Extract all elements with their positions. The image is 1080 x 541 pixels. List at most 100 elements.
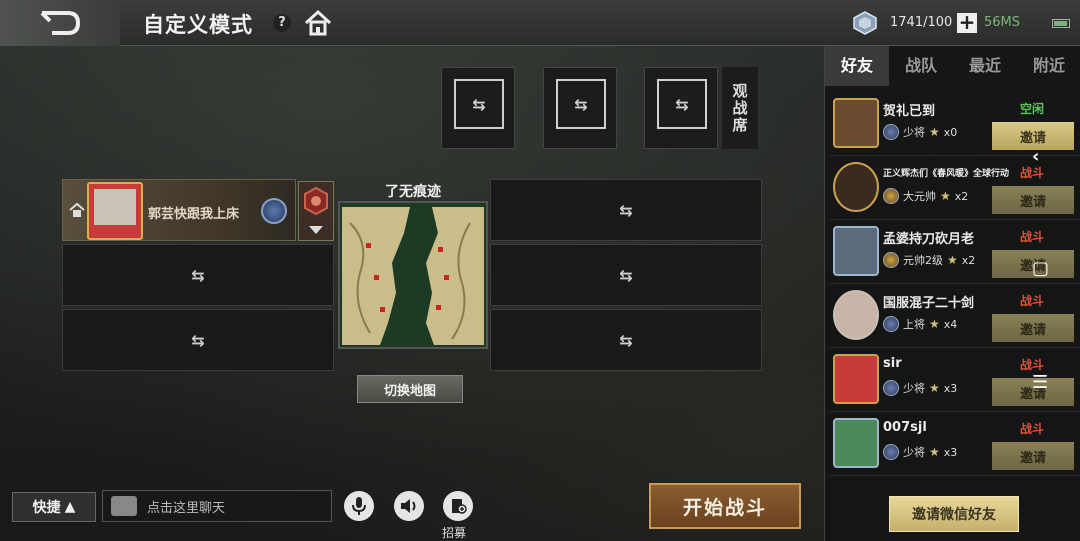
empty-slot[interactable]: ⇆ [490,179,762,241]
star-icon: ★ [929,381,940,395]
empty-slot[interactable]: ⇆ [490,244,762,306]
friend-name: 007sjl [883,420,927,435]
friend-status: 战斗 [1020,358,1045,372]
friend-rank: 元帅2级 ★ x2 [883,252,975,268]
empty-slot[interactable]: ⇆ [62,309,334,371]
quick-messages-button[interactable]: 快捷 ▲ [12,492,96,522]
star-icon: ★ [940,189,951,203]
spectator-seat[interactable]: ⇆ [644,67,718,149]
back-button[interactable] [0,0,120,46]
swap-icon: ⇆ [191,265,205,285]
invite-button[interactable]: 邀请 [992,186,1074,214]
chat-bubble-icon [111,496,137,516]
rank-label: 大元帅 [903,190,936,203]
friend-row: 国服混子二十剑 上将 ★ x4 战斗 邀请 [829,286,1080,348]
add-currency-button[interactable]: + [957,12,977,33]
friend-row: 正义辉杰们《春风暖》全球行动 大元帅 ★ x2 战斗 邀请 [829,158,1080,220]
friend-status: 战斗 [1020,230,1045,244]
microphone-icon [352,497,366,515]
friend-rank: 上将 ★ x4 [883,316,957,332]
chat-input[interactable]: 点击这里聊天 [102,490,332,522]
spectator-seat[interactable]: ⇆ [543,67,617,149]
avatar [833,226,879,276]
star-icon: ★ [929,125,940,139]
quick-label: 快捷 [32,500,61,516]
invite-wechat-friends-button[interactable]: 邀请微信好友 [889,496,1019,532]
friend-status: 空闲 [1020,102,1045,116]
friend-name: sir [883,356,902,371]
switch-map-button[interactable]: 切换地图 [357,375,463,403]
rank-label: 元帅2级 [903,254,943,267]
recruit-label: 招募 [442,526,467,540]
friend-name: 贺礼已到 [883,104,936,119]
rank-icon [883,124,899,140]
swap-icon: ⇆ [619,330,633,350]
player-slot-self[interactable]: 郭芸快跟我上床 [62,179,296,241]
tab-nearby[interactable]: 附近 [1017,46,1080,86]
star-count: x3 [943,445,958,459]
player-name: 郭芸快跟我上床 [148,207,240,222]
star-count: x2 [961,253,976,267]
friend-name: 国服混子二十剑 [883,296,975,311]
rank-label: 少将 [903,126,925,139]
page-title: 自定义模式 [143,13,253,37]
tab-friends[interactable]: 好友 [825,46,889,86]
friend-rank: 少将 ★ x3 [883,444,957,460]
avatar [87,182,143,240]
friend-row: 贺礼已到 少将 ★ x0 空闲 邀请 [829,94,1080,156]
home-icon[interactable] [302,7,334,43]
rank-label: 少将 [903,382,925,395]
network-latency: 56MS [984,15,1021,30]
friend-status: 战斗 [1020,422,1045,436]
recruit-button[interactable] [443,491,473,521]
avatar [833,418,879,468]
friend-rank: 少将 ★ x3 [883,380,957,396]
swap-icon: ⇆ [574,94,588,114]
rank-label: 上将 [903,318,925,331]
star-icon: ★ [929,317,940,331]
friend-status: 战斗 [1020,294,1045,308]
system-back-icon[interactable]: ‹ [1032,146,1039,167]
star-count: x2 [954,189,969,203]
invite-button[interactable]: 邀请 [992,442,1074,470]
recruit-icon [452,499,467,514]
tab-team[interactable]: 战队 [889,46,953,86]
star-icon: ★ [947,253,958,267]
system-menu-icon[interactable]: ☰ [1032,372,1048,393]
top-bar: 自定义模式 ? 1741/100 + 56MS [0,0,1080,46]
spectator-seat[interactable]: ⇆ [441,67,515,149]
rank-icon [883,188,899,204]
swap-icon: ⇆ [619,200,633,220]
spectator-label: 观战席 [722,67,758,149]
swap-icon: ⇆ [191,330,205,350]
swap-icon: ⇆ [675,94,689,114]
friends-panel: 好友 战队 最近 附近 贺礼已到 少将 ★ x0 空闲 邀请 正义辉杰们《春风暖… [824,46,1080,541]
map-name: 了无痕迹 [385,184,441,200]
friends-tabs: 好友 战队 最近 附近 [825,46,1080,86]
star-icon: ★ [929,445,940,459]
avatar [833,290,879,340]
rank-icon [883,380,899,396]
map-preview [338,201,488,349]
star-count: x3 [943,381,958,395]
start-battle-button[interactable]: 开始战斗 [649,483,801,529]
room-owner-home-icon [69,202,85,222]
chevron-up-icon: ▲ [64,499,76,515]
rank-label: 少将 [903,446,925,459]
avatar [833,98,879,148]
star-count: x4 [943,317,958,331]
speaker-button[interactable] [394,491,424,521]
empty-slot[interactable]: ⇆ [490,309,762,371]
tab-recent[interactable]: 最近 [953,46,1017,86]
rank-icon [883,444,899,460]
chat-placeholder: 点击这里聊天 [147,500,226,516]
empty-slot[interactable]: ⇆ [62,244,334,306]
microphone-button[interactable] [344,491,374,521]
system-home-icon[interactable]: ▢ [1032,258,1049,279]
swap-icon: ⇆ [619,265,633,285]
help-icon[interactable]: ? [273,14,291,32]
star-count: x0 [943,125,958,139]
invite-button[interactable]: 邀请 [992,314,1074,342]
crystal-currency-icon [852,11,878,39]
team-flag-icon[interactable] [298,181,334,241]
